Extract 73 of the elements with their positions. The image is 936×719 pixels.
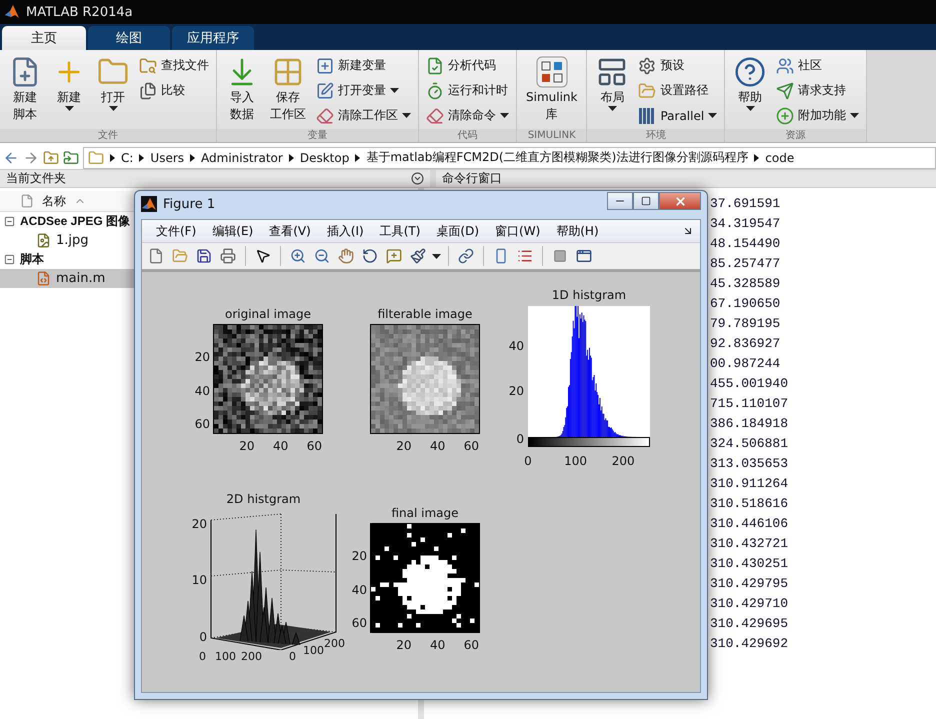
output-line: 67.190650 [710, 295, 782, 313]
tick-label: 0 [199, 631, 207, 644]
output-line: 310.432721 [710, 535, 790, 553]
plot-title: final image [391, 506, 459, 520]
output-line: 48.154490 [710, 235, 782, 253]
output-line: 310.430251 [710, 555, 790, 573]
panel-title: 命令行窗口 [442, 170, 502, 187]
output-line: 00.987244 [710, 355, 782, 373]
tick-label: 20 [396, 639, 412, 652]
group-label: 变量 [217, 129, 418, 142]
output-line: 324.506881 [710, 435, 790, 453]
group-label: 资源 [725, 129, 866, 142]
file-name: main.m [56, 271, 106, 286]
tick-label: 100 [215, 650, 236, 663]
tick-label: 20 [352, 550, 367, 563]
group-name: 脚本 [20, 251, 44, 268]
window-title: Figure 1 [163, 196, 216, 212]
output-line: 310.446106 [710, 515, 790, 533]
output-line: 34.319547 [710, 215, 782, 233]
group-label: SIMULINK [517, 129, 586, 142]
panel-title: 当前文件夹 [6, 170, 66, 187]
output-line: 310.518616 [710, 495, 790, 513]
tick-label: 200 [324, 637, 345, 650]
tick-label: 20 [396, 440, 412, 453]
output-line: 310.911264 [710, 475, 790, 493]
tick-label: 60 [306, 440, 322, 453]
group-label: 代码 [419, 129, 516, 142]
tick-label: 60 [464, 440, 480, 453]
tick-label: 0 [199, 650, 206, 663]
tick-label: 20 [192, 518, 207, 531]
tick-label: 200 [612, 455, 635, 468]
tick-label: 40 [352, 584, 367, 597]
tick-label: 20 [508, 385, 524, 398]
output-line: 455.001940 [710, 375, 790, 393]
tick-label: 60 [352, 617, 367, 630]
output-line: 310.429710 [710, 595, 790, 613]
output-line: 310.429795 [710, 575, 790, 593]
group-label: 文件 [0, 129, 216, 142]
output-line: 37.691591 [710, 195, 782, 213]
tick-label: 60 [194, 418, 210, 432]
tick-label: 10 [192, 574, 207, 587]
tick-label: 20 [194, 350, 210, 364]
output-line: 313.035653 [710, 455, 790, 473]
tick-label: 40 [194, 384, 210, 398]
column-title: 名称 [42, 192, 66, 210]
output-line: 79.789195 [710, 315, 782, 333]
plot-title: original image [224, 307, 312, 321]
plot-title: 1D histgram [552, 288, 626, 302]
output-line: 310.429695 [710, 615, 790, 633]
output-line: 386.184918 [710, 415, 790, 433]
plot-title: filterable image [378, 307, 472, 321]
tick-label: 100 [303, 644, 324, 657]
plot-title: 2D histgram [226, 492, 301, 506]
tick-label: 0 [289, 650, 296, 663]
tick-label: 20 [239, 440, 255, 453]
file-name: 1.jpg [56, 233, 89, 248]
tick-label: 0 [516, 432, 524, 446]
tick-label: 100 [564, 455, 588, 468]
output-line: 92.836927 [710, 335, 782, 353]
tick-label: 40 [430, 639, 446, 652]
tick-label: 60 [464, 639, 480, 652]
tick-label: 200 [241, 650, 262, 663]
tick-label: 0 [524, 455, 532, 468]
output-line: 310.429692 [710, 635, 790, 653]
output-line: 45.328589 [710, 275, 782, 293]
tick-label: 40 [430, 440, 446, 453]
tick-label: 40 [508, 340, 524, 353]
output-line: 715.110107 [710, 395, 790, 413]
app-title: MATLAB R2014a [26, 4, 133, 20]
tick-label: 40 [272, 440, 288, 453]
group-label: 环境 [587, 129, 724, 142]
output-line: 85.257477 [710, 255, 782, 273]
group-name: ACDSee JPEG 图像 [20, 213, 130, 230]
